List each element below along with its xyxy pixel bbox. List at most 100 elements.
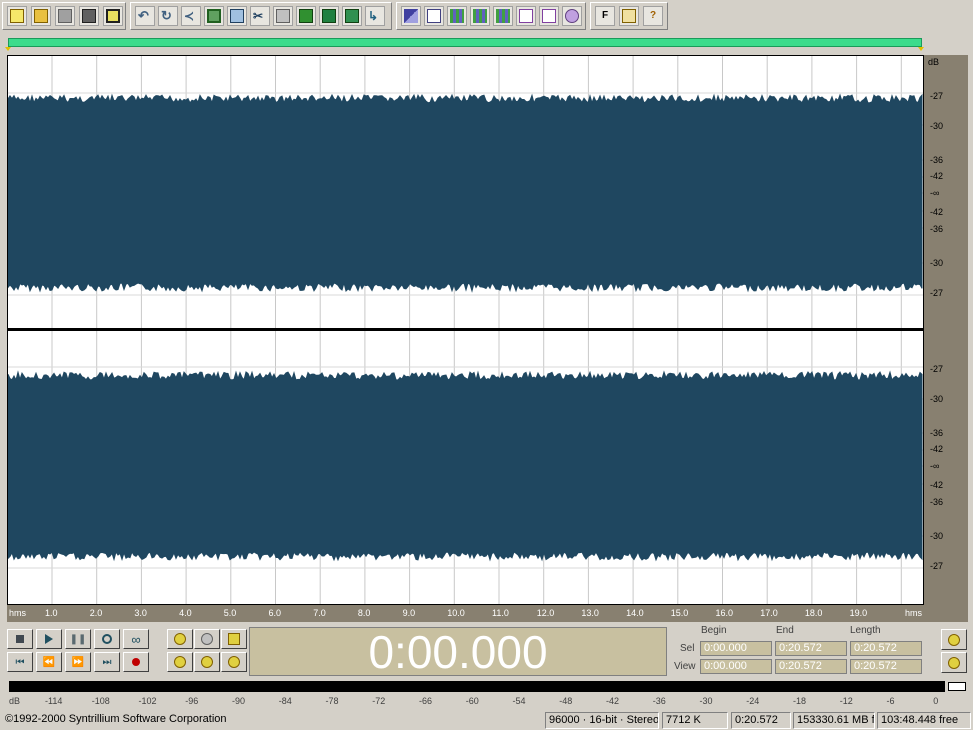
loop-play-button[interactable]: ∞ <box>123 629 149 649</box>
zoom-left-button[interactable] <box>194 652 220 672</box>
overview-range-bar[interactable] <box>5 36 924 52</box>
meter-tick-label: -72 <box>372 696 386 706</box>
status-bar: ©1992-2000 Syntrillium Software Corporat… <box>0 711 973 730</box>
zoom-to-selection-icon[interactable] <box>342 6 362 26</box>
waveform-display[interactable] <box>7 55 924 605</box>
pause-button[interactable]: ❚❚ <box>65 629 91 649</box>
undo-icon[interactable]: ↶ <box>135 6 155 26</box>
meter-tick-label: -12 <box>839 696 853 706</box>
overview-range-fill <box>8 38 922 47</box>
save-icon[interactable] <box>55 6 75 26</box>
sel-end-field[interactable]: 0:20.572 <box>775 641 847 656</box>
ruler-tick-label: 19.0 <box>849 608 868 618</box>
zoom-out-vertical-button[interactable] <box>941 652 967 673</box>
ruler-tick-label: 10.0 <box>447 608 465 618</box>
ruler-tick-label: 12.0 <box>536 608 555 618</box>
waveform-channel <box>8 93 923 293</box>
meter-tick-label: -42 <box>606 696 620 706</box>
zoom-out-horizontal-button[interactable] <box>194 629 220 649</box>
paste-mix-icon[interactable] <box>296 6 316 26</box>
disc-icon[interactable] <box>562 6 582 26</box>
view-end-field[interactable]: 0:20.572 <box>775 659 847 674</box>
paste-icon[interactable] <box>273 6 293 26</box>
ruler-tick-label: 6.0 <box>268 608 282 618</box>
loop-icon[interactable]: ↳ <box>365 6 385 26</box>
select-all-icon[interactable] <box>204 6 224 26</box>
cut-icon[interactable]: ✂ <box>250 6 270 26</box>
level-meter-bar <box>9 681 945 692</box>
meter-tick-label: -108 <box>91 696 110 706</box>
channel-separator <box>8 328 923 331</box>
ruler-tick-label: 18.0 <box>804 608 823 618</box>
meter-unit-label: dB <box>9 696 21 706</box>
edit-toolbar-group: ↶ ↻ ≺ ✂ ↳ <box>130 2 392 30</box>
sel-label: Sel <box>680 643 695 654</box>
ruler-unit-left: hms <box>9 608 27 618</box>
db-label: -42 <box>930 480 944 490</box>
ruler-tick-label: 5.0 <box>223 608 237 618</box>
db-label: -27 <box>930 91 944 101</box>
stop-button[interactable] <box>7 629 33 649</box>
fast-forward-button[interactable]: ⏩ <box>65 652 91 672</box>
db-label: -∞ <box>930 188 940 198</box>
play-button[interactable] <box>36 629 62 649</box>
db-label: -30 <box>930 394 944 404</box>
meter-tick-label: -60 <box>465 696 479 706</box>
toolbar: ↶ ↻ ≺ ✂ ↳ F ? <box>0 0 973 32</box>
save-selection-icon[interactable] <box>103 6 123 26</box>
db-label: -30 <box>930 531 944 541</box>
db-label: -42 <box>930 207 944 217</box>
ruler-tick-label: 11.0 <box>492 608 509 618</box>
ruler-tick-label: 14.0 <box>626 608 644 618</box>
range-start-marker[interactable] <box>5 47 11 51</box>
length-label: Length <box>850 625 881 636</box>
sel-length-field[interactable]: 0:20.572 <box>850 641 922 656</box>
rewind-button[interactable]: ⏪ <box>36 652 62 672</box>
open-icon[interactable] <box>31 6 51 26</box>
copy-icon[interactable] <box>227 6 247 26</box>
zoom-right-button[interactable] <box>221 652 247 672</box>
settings-icon[interactable] <box>619 6 639 26</box>
grid2-icon[interactable] <box>470 6 490 26</box>
view-label: View <box>674 661 696 672</box>
grid1-icon[interactable] <box>447 6 467 26</box>
envelope-icon[interactable] <box>401 6 421 26</box>
file-toolbar-group <box>2 2 126 30</box>
zoom-full-button[interactable] <box>221 629 247 649</box>
view-length-field[interactable]: 0:20.572 <box>850 659 922 674</box>
meter-tick-label: -54 <box>512 696 526 706</box>
new-icon[interactable] <box>7 6 27 26</box>
grid3-icon[interactable] <box>493 6 513 26</box>
meter-tick-label: -24 <box>746 696 760 706</box>
db-label: -30 <box>930 258 944 268</box>
repeat-icon[interactable]: ≺ <box>181 6 201 26</box>
time-ruler[interactable]: hms 1.0 2.0 3.0 4.0 5.0 6.0 7.0 8.0 9.0 10.0 11.0 1… <box>7 605 924 622</box>
record-button[interactable] <box>123 652 149 672</box>
p-icon[interactable] <box>539 6 559 26</box>
go-to-end-button[interactable]: ⏭ <box>94 652 120 672</box>
sel-begin-field[interactable]: 0:00.000 <box>700 641 772 656</box>
db-unit-label: dB <box>928 57 940 67</box>
begin-label: Begin <box>701 625 727 636</box>
zoom-in-horizontal-button[interactable] <box>167 629 193 649</box>
view-begin-field[interactable]: 0:00.000 <box>700 659 772 674</box>
trim-icon[interactable] <box>319 6 339 26</box>
f-button[interactable]: F <box>595 6 615 26</box>
help-button[interactable]: ? <box>643 6 663 26</box>
checkbox-icon[interactable] <box>424 6 444 26</box>
play-to-end-button[interactable] <box>94 629 120 649</box>
ruler-corner <box>924 605 968 622</box>
save-as-icon[interactable] <box>79 6 99 26</box>
range-end-marker[interactable] <box>918 47 924 51</box>
effects-toolbar-group <box>396 2 586 30</box>
redo-icon[interactable]: ↻ <box>158 6 178 26</box>
zoom-to-selection-button[interactable] <box>167 652 193 672</box>
cd-icon[interactable] <box>516 6 536 26</box>
meter-tick-label: -66 <box>419 696 433 706</box>
ruler-tick-label: 1.0 <box>45 608 58 618</box>
go-to-start-button[interactable]: ⏮ <box>7 652 33 672</box>
meter-tick-label: -30 <box>699 696 713 706</box>
ruler-tick-label: 8.0 <box>357 608 371 618</box>
meter-tick-label: -84 <box>278 696 292 706</box>
zoom-in-vertical-button[interactable] <box>941 629 967 650</box>
